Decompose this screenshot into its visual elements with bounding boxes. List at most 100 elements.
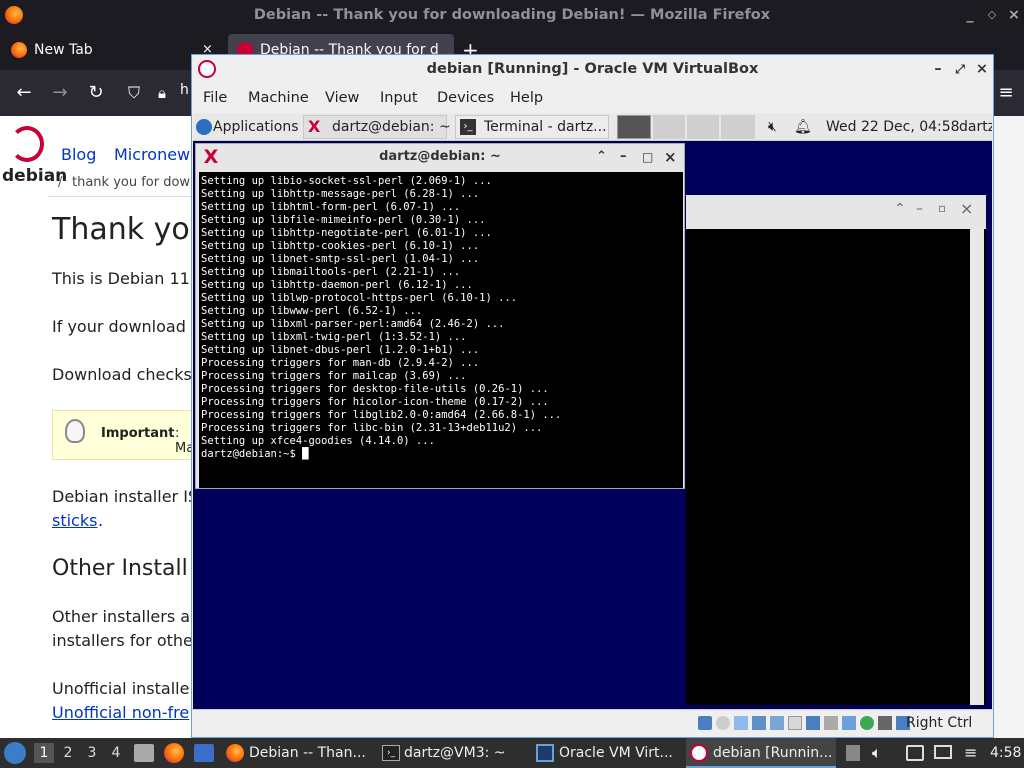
menu-input[interactable]: Input <box>380 83 418 113</box>
taskbar-button[interactable]: X dartz@debian: ~ <box>303 115 451 139</box>
screen-icon[interactable] <box>934 745 952 759</box>
tray-app-icon[interactable] <box>846 745 860 761</box>
virtualbox-title-bar[interactable]: debian [Running] - Oracle VM VirtualBox … <box>192 55 993 83</box>
breadcrumb-separator: / <box>58 175 63 190</box>
close-icon[interactable]: × <box>974 55 990 83</box>
cpu-icon[interactable] <box>842 716 856 730</box>
taskbar-item-virtualbox-manager[interactable]: Oracle VM Virt... <box>532 738 682 768</box>
terminal-output[interactable]: Setting up libio-socket-ssl-perl (2.069-… <box>199 172 683 488</box>
lock-icon[interactable]: 🔒︎ <box>148 80 176 106</box>
volume-icon[interactable]: 🔈︎ <box>872 738 882 768</box>
virtualbox-status-bar: Right Ctrl <box>192 709 993 737</box>
sticks-link[interactable]: sticks <box>52 511 97 530</box>
display-icon[interactable] <box>806 716 820 730</box>
url-bar[interactable]: h <box>180 82 189 98</box>
firefox-launcher-icon[interactable] <box>164 743 184 763</box>
audio-icon[interactable] <box>734 716 748 730</box>
reload-icon[interactable]: ↻ <box>82 80 110 106</box>
network-icon[interactable] <box>752 716 766 730</box>
forward-icon[interactable]: → <box>46 80 74 106</box>
file-manager-launcher-icon[interactable] <box>134 744 154 762</box>
terminal-title-bar[interactable]: X dartz@debian: ~ ⌃ – □ × <box>196 144 684 170</box>
terminal-line: Setting up libhttp-message-perl (6.28-1)… <box>201 188 480 200</box>
terminal-line: Setting up libhttp-cookies-perl (6.10-1)… <box>201 240 480 252</box>
taskbar-button[interactable]: ›_ Terminal - dartz... <box>455 115 609 139</box>
virtualbox-icon <box>198 60 216 78</box>
chevron-up-icon[interactable]: ⌃ <box>894 201 906 217</box>
breadcrumb: thank you for downl <box>72 175 202 190</box>
workspace-2[interactable]: 2 <box>58 743 78 763</box>
menu-file[interactable]: File <box>203 83 227 113</box>
minimize-icon[interactable]: – <box>930 55 946 83</box>
terminal-line: Setting up libmailtools-perl (2.21-1) ..… <box>201 266 461 278</box>
minimize-icon[interactable]: _ <box>960 0 980 30</box>
taskbar-item-virtualbox-vm[interactable]: debian [Runnin... <box>686 738 836 768</box>
host-clock: 4:58 <box>990 745 1022 761</box>
volume-muted-icon[interactable]: 🔇︎ <box>768 113 777 141</box>
back-icon[interactable]: ← <box>10 80 38 106</box>
terminal-line: Setting up libfile-mimeinfo-perl (0.30-1… <box>201 214 486 226</box>
guest-user[interactable]: dartz <box>959 113 992 141</box>
restore-icon[interactable]: ⤢ <box>952 55 968 83</box>
virtualbox-menu-bar: File Machine View Input Devices Help <box>192 83 993 113</box>
background-window[interactable]: ⌃ – ▫ × <box>686 195 986 705</box>
taskbar-item-terminal[interactable]: ›_ dartz@VM3: ~ <box>378 738 528 768</box>
network-icon[interactable] <box>906 745 924 761</box>
video-capture-icon[interactable] <box>824 716 838 730</box>
nav-blog-link[interactable]: Blog <box>61 145 96 164</box>
section-heading: Other Install <box>52 556 188 581</box>
debian-logo[interactable]: debian <box>2 126 67 188</box>
maximize-icon[interactable]: ▫ <box>938 201 946 215</box>
mouse-integration-icon[interactable] <box>878 716 892 730</box>
background-window-titlebar[interactable]: ⌃ – ▫ × <box>686 195 986 229</box>
guest-clock[interactable]: Wed 22 Dec, 04:58 <box>826 113 960 141</box>
guest-display[interactable]: Applications X dartz@debian: ~ ›_ Termin… <box>193 113 992 709</box>
optical-drive-icon[interactable] <box>716 716 730 730</box>
paragraph: installers for othe <box>52 631 193 650</box>
right-edge-strip <box>994 116 1024 738</box>
desktop-launcher-icon[interactable] <box>194 744 214 762</box>
guest-top-panel: Applications X dartz@debian: ~ ›_ Termin… <box>193 113 992 141</box>
minimize-icon[interactable]: – <box>620 144 627 170</box>
menu-icon[interactable]: ≡ <box>992 80 1020 106</box>
workspace-2[interactable] <box>653 115 685 139</box>
close-icon[interactable]: × <box>664 144 677 170</box>
maximize-icon[interactable]: ◇ <box>982 0 1002 30</box>
guest-additions-icon[interactable] <box>860 716 874 730</box>
task-label: debian [Runnin... <box>713 745 833 761</box>
workspace-4[interactable]: 4 <box>106 743 126 763</box>
terminal-line: Setting up libnet-smtp-ssl-perl (1.04-1)… <box>201 253 480 265</box>
workspace-4[interactable] <box>721 115 755 139</box>
menu-machine[interactable]: Machine <box>248 83 309 113</box>
workspace-switcher[interactable] <box>617 115 757 139</box>
shield-icon[interactable]: ⛉ <box>120 80 148 106</box>
close-icon[interactable]: × <box>960 199 973 218</box>
shared-folders-icon[interactable] <box>788 716 802 730</box>
hard-disk-icon[interactable] <box>698 716 712 730</box>
background-window-scrollbar[interactable] <box>970 229 984 705</box>
terminal-line: dartz@debian:~$ █ <box>201 448 309 460</box>
menu-icon[interactable]: ≡ <box>964 738 977 768</box>
menu-view[interactable]: View <box>325 83 359 113</box>
usb-icon[interactable] <box>770 716 784 730</box>
workspace-3[interactable] <box>687 115 719 139</box>
workspace-1[interactable]: 1 <box>34 743 54 763</box>
maximize-icon[interactable]: □ <box>642 144 653 170</box>
taskbar-item-firefox[interactable]: Debian -- Than... <box>222 738 372 768</box>
chevron-up-icon[interactable]: ⌃ <box>596 144 607 170</box>
minimize-icon[interactable]: – <box>916 201 923 217</box>
menu-help[interactable]: Help <box>510 83 543 113</box>
notification-bell-icon[interactable]: 🔔︎ <box>794 113 812 141</box>
terminal-window[interactable]: X dartz@debian: ~ ⌃ – □ × Setting up lib… <box>195 143 685 489</box>
nav-micronews-link[interactable]: Micronew <box>114 145 190 164</box>
unofficial-nonfree-link[interactable]: Unofficial non-fre <box>52 703 189 722</box>
start-menu-icon[interactable] <box>4 742 26 764</box>
terminal-line: Setting up libhttp-daemon-perl (6.12-1) … <box>201 279 473 291</box>
breadcrumb-divider <box>48 196 198 197</box>
menu-devices[interactable]: Devices <box>437 83 494 113</box>
page-title: Thank you <box>52 212 209 247</box>
workspace-1[interactable] <box>617 115 651 139</box>
applications-menu[interactable]: Applications <box>213 113 299 141</box>
close-icon[interactable]: × <box>1004 0 1024 30</box>
workspace-3[interactable]: 3 <box>82 743 102 763</box>
